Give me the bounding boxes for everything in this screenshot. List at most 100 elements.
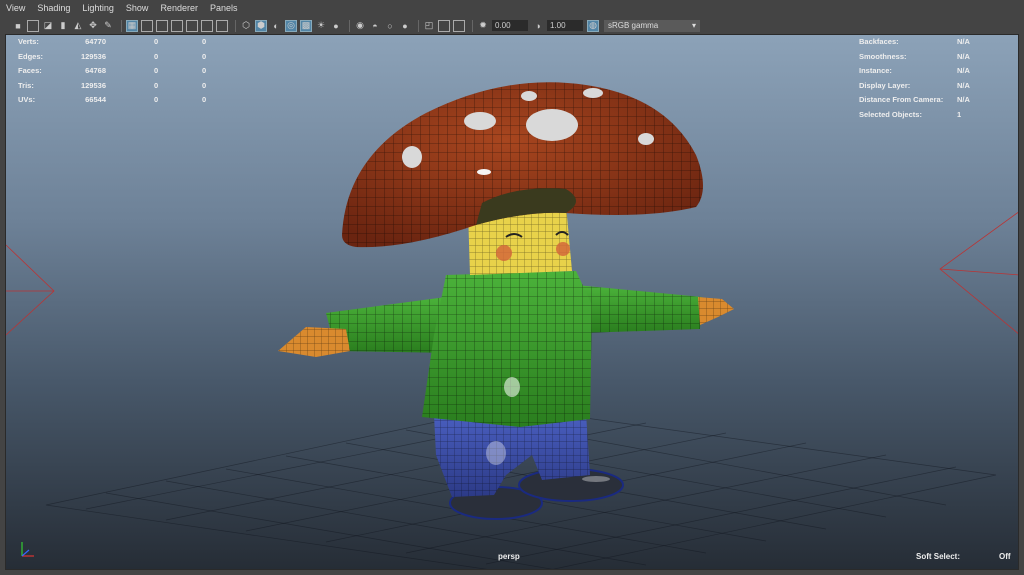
hud-row-selected-objects: Selected Objects: 1	[859, 108, 979, 123]
safe-action-icon[interactable]	[201, 19, 213, 32]
menu-shading[interactable]: Shading	[31, 0, 76, 17]
chevron-down-icon: ▾	[691, 21, 696, 30]
hud-value: 0	[154, 51, 159, 61]
xray-active-icon[interactable]	[453, 19, 465, 32]
camera-name-label: persp	[498, 552, 520, 561]
hud-value: 129536	[80, 80, 106, 90]
field-chart-icon[interactable]	[186, 19, 198, 32]
color-management-icon[interactable]: ◍	[587, 19, 599, 32]
hud-label: Verts:	[18, 37, 39, 46]
use-lights-icon[interactable]: ☀	[315, 20, 327, 32]
isolate-select-icon[interactable]: ◰	[423, 20, 435, 32]
hud-row-backfaces: Backfaces: N/A	[859, 35, 979, 50]
hud-label: Edges:	[18, 51, 44, 61]
poly-count-hud: Verts: 64770 0 0 Edges: 129536 0 0 Faces…	[18, 35, 208, 108]
hud-label: UVs:	[18, 95, 36, 104]
hud-value: 1	[957, 109, 962, 119]
xray-joints-icon[interactable]	[438, 19, 450, 32]
menu-panels[interactable]: Panels	[204, 0, 244, 17]
resolution-gate-icon[interactable]	[156, 19, 168, 32]
hud-value: 129536	[80, 51, 106, 61]
shadows-icon[interactable]: ●	[330, 20, 342, 32]
hud-label: Instance:	[859, 66, 892, 75]
hud-value: 64770	[85, 37, 106, 46]
toolbar-divider	[349, 19, 350, 32]
select-camera-icon[interactable]	[27, 19, 39, 32]
panel-toolbar: ■ ◪ ▮ ◭ ✥ ✎ ▦ ⬡ ⬢ ◐ ◎ ▩ ☀ ● ◉ ◓ ○ ● ◰ ✹ …	[0, 17, 1024, 34]
gate-mask-icon[interactable]	[171, 19, 183, 32]
camera-gizmo-right	[939, 211, 1018, 334]
hud-value: 64768	[85, 66, 106, 75]
3d-viewport[interactable]: Verts: 64770 0 0 Edges: 129536 0 0 Faces…	[5, 34, 1019, 570]
depth-of-field-icon[interactable]: ●	[399, 20, 411, 32]
2d-pan-zoom-icon[interactable]: ✥	[87, 20, 99, 32]
hud-row-smoothness: Smoothness: N/A	[859, 50, 979, 65]
exposure-icon[interactable]: ✹	[477, 20, 489, 32]
toolbar-divider	[121, 19, 122, 32]
menu-view[interactable]: View	[0, 0, 31, 17]
wireframe-icon[interactable]: ⬡	[240, 20, 252, 32]
color-space-dropdown[interactable]: sRGB gamma ▾	[604, 19, 700, 32]
hud-value: 0	[202, 95, 207, 104]
hud-label: Smoothness:	[859, 51, 907, 61]
object-details-hud: Backfaces: N/A Smoothness: N/A Instance:…	[859, 35, 979, 122]
hud-value: 66544	[85, 95, 106, 104]
hud-label: Display Layer:	[859, 80, 911, 90]
hud-value: 0	[154, 37, 159, 46]
hud-label: Distance From Camera:	[859, 95, 944, 104]
hud-label: Tris:	[18, 80, 34, 90]
hud-value: 0	[202, 37, 207, 46]
screen-space-ao-icon[interactable]: ◉	[354, 20, 366, 32]
hud-value: N/A	[957, 95, 970, 104]
motion-blur-icon[interactable]: ◓	[369, 20, 381, 32]
film-gate-icon[interactable]	[141, 19, 153, 32]
lock-camera-icon[interactable]: ◪	[42, 20, 54, 32]
hud-value: 0	[154, 95, 159, 104]
hud-value: 0	[154, 80, 159, 90]
camera-gizmo-left	[6, 244, 55, 336]
hud-row-display-layer: Display Layer: N/A	[859, 79, 979, 94]
maya-viewport-window: View Shading Lighting Show Renderer Pane…	[0, 0, 1024, 575]
soft-select-value: Off	[999, 552, 1011, 561]
hud-value: N/A	[957, 37, 970, 46]
hud-value: 0	[202, 66, 207, 75]
grease-pencil-icon[interactable]: ✎	[102, 20, 114, 32]
menu-lighting[interactable]: Lighting	[76, 0, 120, 17]
hud-row-distance: Distance From Camera: N/A	[859, 93, 979, 108]
default-material-icon[interactable]: ◐	[270, 20, 282, 32]
hud-label: Selected Objects:	[859, 109, 922, 119]
color-space-value: sRGB gamma	[608, 21, 659, 30]
menu-show[interactable]: Show	[120, 0, 155, 17]
safe-title-icon[interactable]	[216, 19, 228, 32]
toolbar-divider	[472, 19, 473, 32]
exposure-field[interactable]: 0.00	[492, 20, 528, 31]
menu-renderer[interactable]: Renderer	[154, 0, 204, 17]
xray-icon[interactable]: ▩	[300, 19, 312, 32]
hud-value: N/A	[957, 66, 970, 75]
hud-value: 0	[202, 80, 207, 90]
bookmark-icon[interactable]: ▮	[57, 20, 69, 32]
hud-value: N/A	[957, 80, 970, 90]
hud-value: 0	[202, 51, 207, 61]
character-sweater	[422, 271, 592, 427]
hud-row-edges: Edges: 129536 0 0	[18, 50, 208, 65]
camera-icon[interactable]: ■	[12, 20, 24, 32]
hud-row-faces: Faces: 64768 0 0	[18, 64, 208, 79]
grid-icon[interactable]: ▦	[126, 19, 138, 32]
toolbar-divider	[235, 19, 236, 32]
multisample-aa-icon[interactable]: ○	[384, 20, 396, 32]
hud-row-instance: Instance: N/A	[859, 64, 979, 79]
hud-value: N/A	[957, 51, 970, 61]
wireframe-on-shaded-icon[interactable]: ◎	[285, 19, 297, 32]
panel-menu-bar: View Shading Lighting Show Renderer Pane…	[0, 0, 1024, 17]
image-plane-icon[interactable]: ◭	[72, 20, 84, 32]
hud-row-tris: Tris: 129536 0 0	[18, 79, 208, 94]
hud-row-uvs: UVs: 66544 0 0	[18, 93, 208, 108]
gamma-field[interactable]: 1.00	[547, 20, 583, 31]
hud-label: Faces:	[18, 66, 42, 75]
toolbar-divider	[418, 19, 419, 32]
hud-row-verts: Verts: 64770 0 0	[18, 35, 208, 50]
gamma-icon[interactable]: ◑	[532, 20, 544, 32]
hud-label: Backfaces:	[859, 37, 899, 46]
smooth-shade-icon[interactable]: ⬢	[255, 19, 267, 32]
